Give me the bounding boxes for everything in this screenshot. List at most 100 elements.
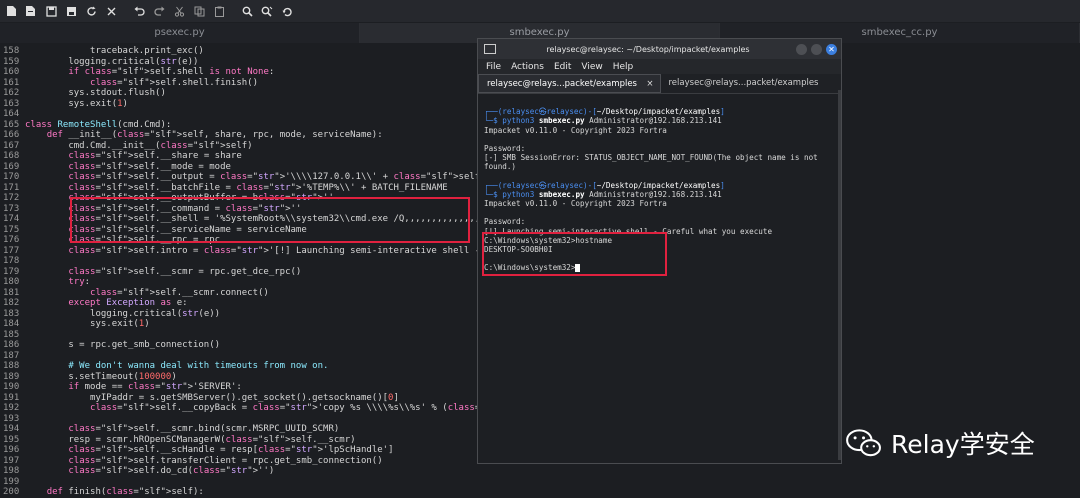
maximize-icon[interactable]	[811, 43, 822, 55]
code-line[interactable]: 161 class="slf">self.shell.finish()	[0, 78, 258, 89]
code-line[interactable]: 165 class RemoteShell(cmd.Cmd):	[0, 120, 171, 131]
code-line[interactable]: 162 sys.stdout.flush()	[0, 88, 166, 99]
code-line[interactable]: 197 class="slf">self.transferClient = rp…	[0, 456, 383, 467]
line-number: 186	[3, 340, 20, 350]
code-line[interactable]: 194 class="slf">self.__scmr.bind(scmr.MS…	[0, 424, 339, 435]
code-line[interactable]: 199	[0, 477, 25, 488]
watermark-text: Relay学安全	[891, 430, 1035, 459]
redo-icon[interactable]	[150, 2, 168, 20]
code-line[interactable]: 164	[0, 109, 25, 120]
save-icon[interactable]	[42, 2, 60, 20]
code-line[interactable]: 159 logging.critical(str(e))	[0, 57, 198, 68]
open-file-icon[interactable]	[22, 2, 40, 20]
line-number: 160	[3, 67, 20, 77]
line-number: 191	[3, 392, 20, 403]
code-line[interactable]: 179 class="slf">self.__scmr = rpc.get_dc…	[0, 267, 301, 278]
code-text: class="slf">self.__scmr.connect()	[90, 287, 269, 298]
line-number: 159	[3, 56, 20, 67]
line-number: 164	[3, 109, 20, 119]
line-number: 195	[3, 434, 20, 445]
line-number: 168	[3, 151, 20, 161]
menu-help[interactable]: Help	[613, 62, 634, 72]
code-line[interactable]: 185	[0, 330, 25, 341]
line-number: 200	[3, 487, 20, 497]
code-line[interactable]: 171 class="slf">self.__batchFile = class…	[0, 183, 448, 194]
paste-icon[interactable]	[210, 2, 228, 20]
code-line[interactable]: 182 except Exception as e:	[0, 298, 188, 309]
code-text: myIPaddr = s.getSMBServer().get_socket()…	[25, 392, 399, 403]
line-number: 187	[3, 350, 20, 361]
menu-view[interactable]: View	[581, 62, 602, 72]
code-text: class="slf">self.__scHandle = resp[class…	[68, 445, 394, 455]
line-number: 193	[3, 413, 20, 424]
code-text: sys.stdout.flush()	[25, 88, 166, 98]
reload-icon[interactable]	[82, 2, 100, 20]
terminal-line: Impacket v0.11.0 - Copyright 2023 Fortra	[484, 199, 667, 209]
code-line[interactable]: 180 try:	[0, 277, 90, 288]
cut-icon[interactable]	[170, 2, 188, 20]
tab-psexec[interactable]: psexec.py	[0, 23, 360, 43]
new-file-icon[interactable]	[2, 2, 20, 20]
code-line[interactable]: 191 myIPaddr = s.getSMBServer().get_sock…	[0, 393, 399, 404]
tab-close-icon[interactable]: ×	[646, 75, 653, 92]
window-close-icon[interactable]: ✕	[826, 43, 837, 55]
minimize-icon[interactable]	[796, 43, 807, 55]
terminal-titlebar[interactable]: relaysec@relaysec: ~/Desktop/impacket/ex…	[478, 39, 841, 59]
line-number: 194	[3, 424, 20, 434]
code-line[interactable]: 198 class="slf">self.do_cd(class="str">'…	[0, 466, 274, 477]
save-all-icon[interactable]	[62, 2, 80, 20]
code-line[interactable]: 167 cmd.Cmd.__init__(class="slf">self)	[0, 141, 253, 152]
search-icon[interactable]	[238, 2, 256, 20]
code-line[interactable]: 196 class="slf">self.__scHandle = resp[c…	[0, 445, 394, 456]
menu-actions[interactable]: Actions	[511, 62, 544, 72]
line-number: 180	[3, 277, 20, 287]
menu-file[interactable]: File	[486, 62, 501, 72]
code-line[interactable]: 183 logging.critical(str(e))	[0, 309, 220, 320]
wechat-icon	[846, 429, 881, 457]
line-number: 166	[3, 130, 20, 140]
replace-icon[interactable]	[278, 2, 296, 20]
terminal-tab-2[interactable]: relaysec@relays...packet/examples	[661, 74, 842, 93]
terminal-scrollbar[interactable]	[838, 90, 841, 460]
code-line[interactable]: 188 # We don't wanna deal with timeouts …	[0, 361, 328, 372]
undo-icon[interactable]	[130, 2, 148, 20]
code-line[interactable]: 163 sys.exit(1)	[0, 99, 128, 110]
line-number: 198	[3, 466, 20, 476]
code-line[interactable]: 178	[0, 256, 25, 267]
code-line[interactable]: 200 def finish(class="slf">self):	[0, 487, 204, 498]
code-line[interactable]: 181 class="slf">self.__scmr.connect()	[0, 288, 269, 299]
code-text: try:	[68, 277, 91, 287]
line-number: 169	[3, 161, 20, 172]
line-number: 175	[3, 224, 20, 235]
copy-icon[interactable]	[190, 2, 208, 20]
terminal-highlight-box	[482, 232, 667, 276]
line-number: 174	[3, 214, 20, 224]
find-icon[interactable]	[258, 2, 276, 20]
line-number: 176	[3, 235, 20, 245]
code-line[interactable]: 160 if class="slf">self.shell is not Non…	[0, 67, 274, 78]
code-line[interactable]: 169 class="slf">self.__mode = mode	[0, 162, 231, 173]
code-line[interactable]: 190 if mode == class="str">'SERVER':	[0, 382, 242, 393]
code-line[interactable]: 158 traceback.print_exc()	[0, 46, 204, 57]
terminal-tab-1[interactable]: relaysec@relays...packet/examples ×	[478, 74, 661, 93]
code-line[interactable]: 187	[0, 351, 25, 362]
code-line[interactable]: 195 resp = scmr.hROpenSCManagerW(class="…	[0, 435, 356, 446]
line-number: 185	[3, 329, 20, 340]
menu-edit[interactable]: Edit	[554, 62, 571, 72]
code-line[interactable]: 186 s = rpc.get_smb_connection()	[0, 340, 220, 351]
code-line[interactable]: 166 def __init__(class="slf">self, share…	[0, 130, 383, 141]
code-text: # We don't wanna deal with timeouts from…	[25, 361, 329, 371]
code-line[interactable]: 189 s.setTimeout(100000)	[0, 372, 177, 383]
close-icon[interactable]	[102, 2, 120, 20]
code-highlight-box	[70, 197, 470, 243]
terminal-tab-2-label: relaysec@relays...packet/examples	[668, 78, 819, 88]
code-line[interactable]: 193	[0, 414, 25, 425]
code-text: sys.exit(1)	[25, 319, 150, 329]
code-line[interactable]: 168 class="slf">self.__share = share	[0, 151, 242, 162]
line-number: 189	[3, 371, 20, 382]
line-number: 158	[3, 46, 20, 56]
code-line[interactable]: 184 sys.exit(1)	[0, 319, 150, 330]
terminal-window[interactable]: relaysec@relaysec: ~/Desktop/impacket/ex…	[477, 38, 842, 464]
